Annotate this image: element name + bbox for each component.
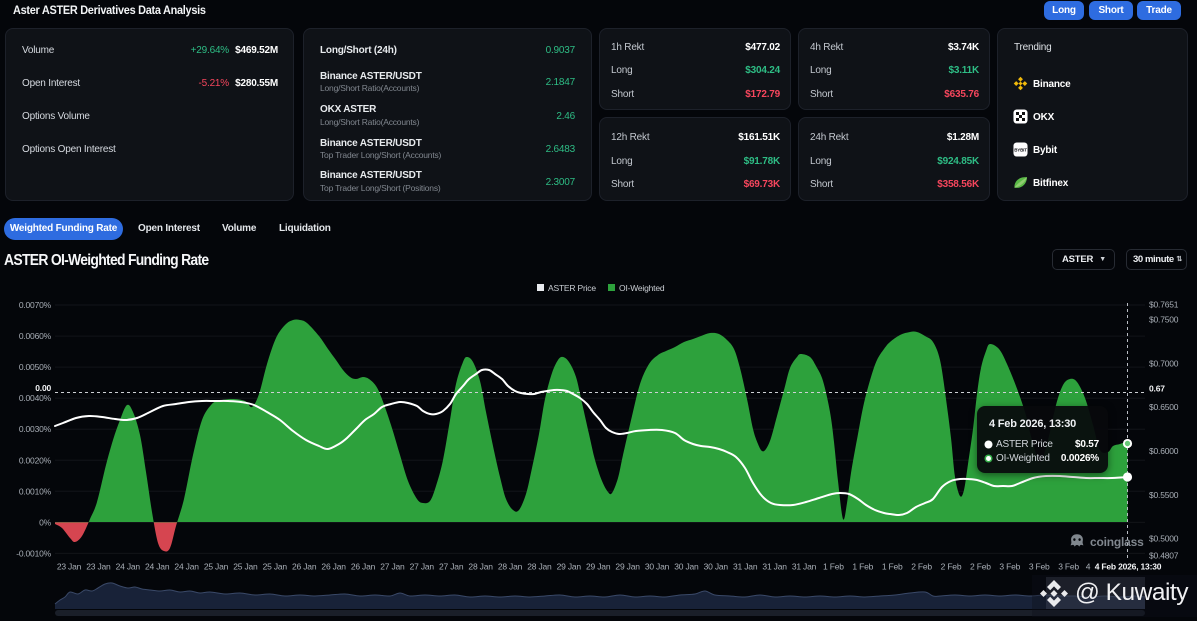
svg-text:4: 4 <box>1086 562 1091 572</box>
svg-text:26 Jan: 26 Jan <box>292 562 317 572</box>
svg-text:24 Jan: 24 Jan <box>174 562 199 572</box>
svg-text:0.00: 0.00 <box>35 383 51 393</box>
svg-text:$0.5500: $0.5500 <box>1149 490 1179 500</box>
svg-text:27 Jan: 27 Jan <box>380 562 405 572</box>
svg-text:29 Jan: 29 Jan <box>615 562 640 572</box>
svg-text:1 Feb: 1 Feb <box>823 562 844 572</box>
svg-text:0%: 0% <box>39 517 52 527</box>
svg-text:26 Jan: 26 Jan <box>321 562 346 572</box>
svg-text:31 Jan: 31 Jan <box>762 562 787 572</box>
svg-text:0.0030%: 0.0030% <box>19 424 52 434</box>
svg-text:26 Jan: 26 Jan <box>351 562 376 572</box>
svg-text:$0.6000: $0.6000 <box>1149 446 1179 456</box>
svg-text:$0.7651: $0.7651 <box>1149 300 1179 310</box>
svg-text:28 Jan: 28 Jan <box>498 562 523 572</box>
svg-text:27 Jan: 27 Jan <box>439 562 464 572</box>
svg-text:2 Feb: 2 Feb <box>970 562 991 572</box>
svg-text:24 Jan: 24 Jan <box>145 562 170 572</box>
svg-text:2 Feb: 2 Feb <box>941 562 962 572</box>
svg-text:0.0010%: 0.0010% <box>19 486 52 496</box>
svg-text:28 Jan: 28 Jan <box>527 562 552 572</box>
svg-text:0.0060%: 0.0060% <box>19 331 52 341</box>
svg-text:29 Jan: 29 Jan <box>557 562 582 572</box>
svg-text:$0.7000: $0.7000 <box>1149 358 1179 368</box>
svg-text:30 Jan: 30 Jan <box>674 562 699 572</box>
svg-text:30 Jan: 30 Jan <box>704 562 729 572</box>
svg-text:24 Jan: 24 Jan <box>116 562 141 572</box>
svg-text:25 Jan: 25 Jan <box>204 562 229 572</box>
svg-text:$0.7500: $0.7500 <box>1149 315 1179 325</box>
svg-text:1 Feb: 1 Feb <box>882 562 903 572</box>
svg-text:coinglass: coinglass <box>1090 535 1144 549</box>
svg-text:0.0070%: 0.0070% <box>19 300 52 310</box>
svg-text:25 Jan: 25 Jan <box>233 562 258 572</box>
svg-text:28 Jan: 28 Jan <box>468 562 493 572</box>
svg-text:$0.4807: $0.4807 <box>1149 551 1179 561</box>
svg-text:2 Feb: 2 Feb <box>911 562 932 572</box>
svg-text:-0.0010%: -0.0010% <box>16 548 51 558</box>
svg-text:$0.6500: $0.6500 <box>1149 402 1179 412</box>
svg-text:27 Jan: 27 Jan <box>410 562 435 572</box>
svg-text:3 Feb: 3 Feb <box>999 562 1020 572</box>
svg-text:31 Jan: 31 Jan <box>733 562 758 572</box>
svg-text:30 Jan: 30 Jan <box>645 562 670 572</box>
svg-text:1 Feb: 1 Feb <box>852 562 873 572</box>
svg-text:0.0020%: 0.0020% <box>19 455 52 465</box>
svg-text:25 Jan: 25 Jan <box>263 562 288 572</box>
svg-text:31 Jan: 31 Jan <box>792 562 817 572</box>
svg-text:29 Jan: 29 Jan <box>586 562 611 572</box>
svg-text:4 Feb 2026, 13:30: 4 Feb 2026, 13:30 <box>1095 562 1162 572</box>
svg-text:0.0040%: 0.0040% <box>19 393 52 403</box>
svg-text:3 Feb: 3 Feb <box>1029 562 1050 572</box>
svg-text:3 Feb: 3 Feb <box>1058 562 1079 572</box>
svg-text:23 Jan: 23 Jan <box>86 562 111 572</box>
svg-text:$0.5000: $0.5000 <box>1149 534 1179 544</box>
svg-text:0.67: 0.67 <box>1149 384 1165 394</box>
svg-text:23 Jan: 23 Jan <box>57 562 82 572</box>
svg-text:0.0050%: 0.0050% <box>19 362 52 372</box>
